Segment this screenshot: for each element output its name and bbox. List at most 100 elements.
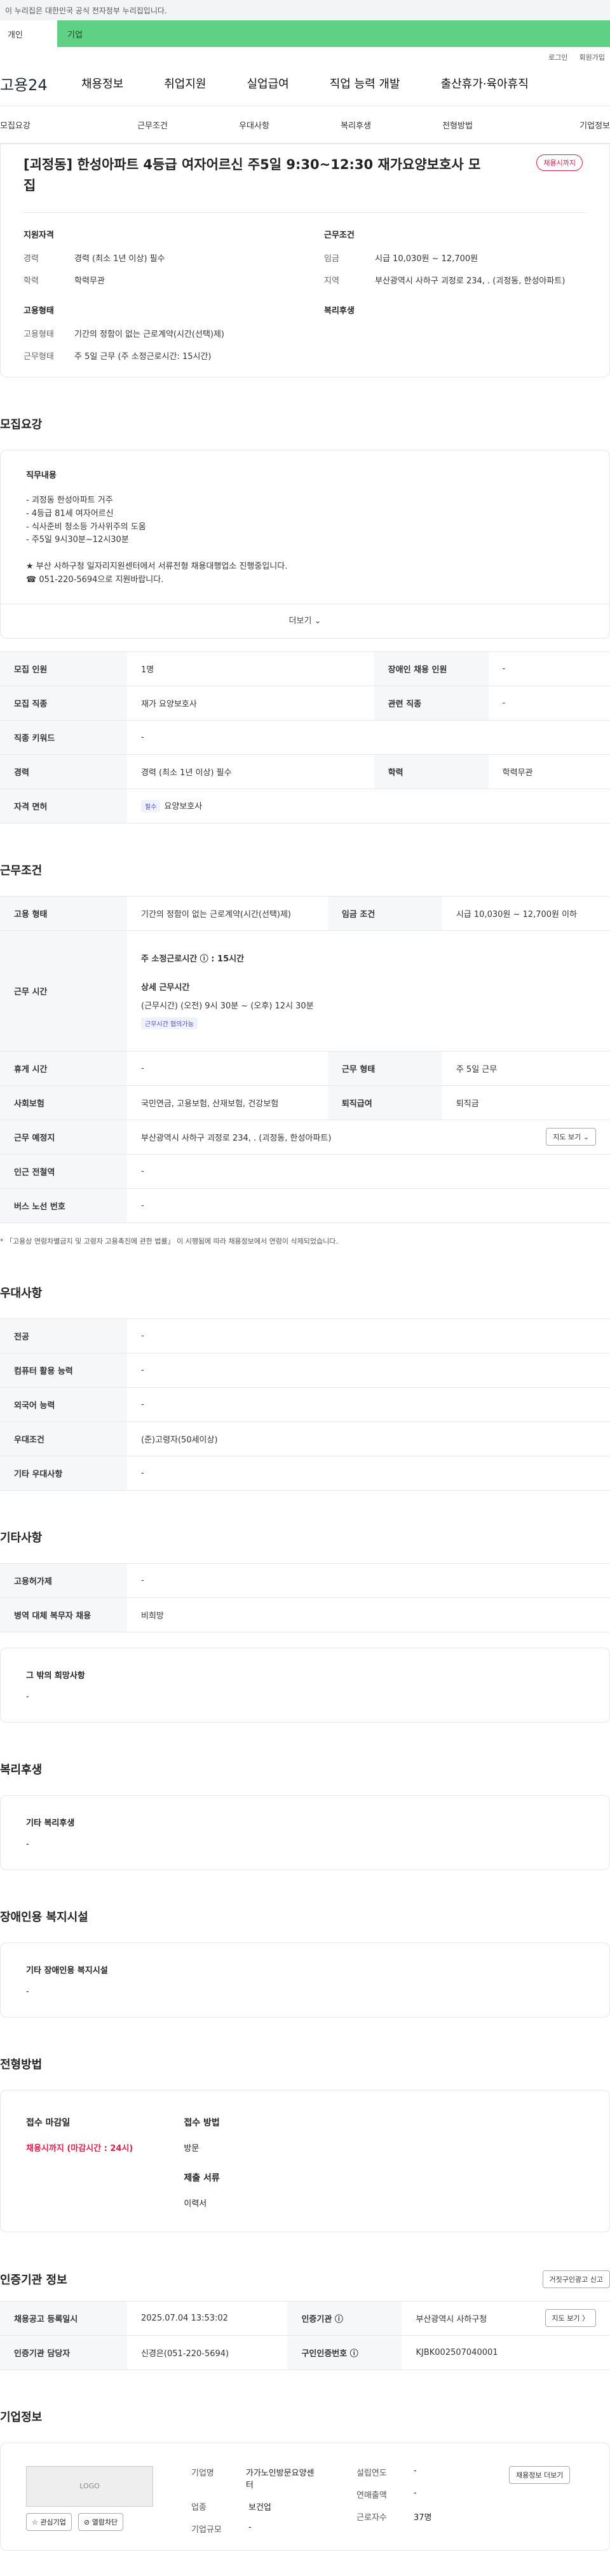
more-button[interactable]: 더보기 ⌄ bbox=[1, 603, 609, 638]
age-notice: * 「고용상 연령차별금지 및 고령자 고용촉진에 관한 법률」 이 시행됨에 … bbox=[0, 1237, 338, 1245]
cell-key: 인근 전철역 bbox=[0, 1153, 127, 1189]
cell-value: 2025.07.04 13:53:02 bbox=[127, 2300, 288, 2336]
cell-key: 우대조건 bbox=[0, 1421, 127, 1456]
table-row: 직종 키워드 - bbox=[0, 719, 610, 755]
table-row: 인증기관 담당자 신경은(051-220-5694) 구인인증번호 ⓘ KJBK002… bbox=[0, 2335, 610, 2370]
report-fake-ad-button[interactable]: 거짓구인광고 신고 bbox=[542, 2270, 610, 2288]
tab-personal[interactable]: 개인 bbox=[0, 20, 57, 47]
table-row: 근무 예정지 부산광역시 사하구 괴정로 234, . (괴정동, 한성아파트) 지… bbox=[0, 1119, 610, 1155]
cell-key: 직종 키워드 bbox=[0, 719, 127, 755]
block-company-button[interactable]: ⊘ 열람차단 bbox=[78, 2512, 124, 2531]
cell-key: 인증기관 담당자 bbox=[0, 2335, 127, 2370]
table-row: 휴게 시간 - 근무 형태 주 5일 근무 bbox=[0, 1050, 610, 1086]
summary-conditions: 근무조건 임금 시급 10,030원 ~ 12,700원 지역 부산광역시 사하구 … bbox=[324, 228, 586, 296]
hours-detail: (근무시간) (오전) 9시 30분 ~ (오후) 12시 30분 bbox=[141, 1001, 314, 1012]
section-title-etc: 기타사항 bbox=[0, 1531, 43, 1545]
summary-value: 학력무관 bbox=[74, 276, 105, 287]
summary-head: 고용형태 bbox=[24, 306, 54, 316]
cert-header: 인증기관 정보 거짓구인광고 신고 bbox=[0, 2270, 610, 2288]
cell-key: 인증기관 ⓘ bbox=[287, 2300, 402, 2336]
anchor-pref[interactable]: 우대사항 bbox=[203, 119, 305, 131]
cell-value: 부산광역시 사하구 괴정로 234, . (괴정동, 한성아파트) 지도 보기 ⌄ bbox=[127, 1119, 610, 1155]
more-jobs-button[interactable]: 채용정보 더보기 bbox=[509, 2465, 571, 2484]
table-row: 모집 인원 1명 장애인 채용 인원 - bbox=[0, 651, 610, 686]
cell-key: 관련 직종 bbox=[374, 685, 489, 721]
license-value: 요양보호사 bbox=[164, 802, 203, 812]
cell-key: 경력 bbox=[0, 754, 127, 789]
cell-key: 근무 형태 bbox=[327, 1050, 442, 1086]
cell-value: 1명 bbox=[127, 651, 374, 686]
table-row: 컴퓨터 활용 능력 - bbox=[0, 1352, 610, 1388]
join-link[interactable]: 회원가입 bbox=[580, 52, 605, 62]
section-title-cert: 인증기관 정보 bbox=[0, 2273, 67, 2287]
cell-key: 근무 예정지 bbox=[0, 1119, 127, 1155]
login-link[interactable]: 로그인 bbox=[548, 52, 567, 62]
summary-key: 근무형태 bbox=[24, 352, 54, 362]
other-wishes-value: - bbox=[26, 1691, 29, 1702]
cell-key: 기타 우대사항 bbox=[0, 1455, 127, 1491]
nav-unemployment-benefit[interactable]: 실업급여 bbox=[247, 75, 289, 92]
cell-key: 모집 직종 bbox=[0, 685, 127, 721]
deadline-value: 채용시까지 (마감시간 : 24시) bbox=[26, 2143, 133, 2153]
cell-value: - bbox=[127, 1188, 610, 1223]
cell-value: - bbox=[127, 1352, 610, 1388]
anchor-company[interactable]: 기업정보 bbox=[508, 119, 610, 131]
anchor-work[interactable]: 근무조건 bbox=[102, 119, 203, 131]
site-logo[interactable]: 고용24 bbox=[0, 72, 81, 95]
deadline-head: 접수 마감일 bbox=[26, 2117, 71, 2128]
cell-value: 시급 10,030원 ~ 12,700원 이하 bbox=[442, 895, 610, 931]
job-summary-card: [괴정동] 한성아파트 4등급 여자어르신 주5일 9:30~12:30 재가요… bbox=[0, 144, 610, 377]
summary-head: 복리후생 bbox=[324, 306, 355, 316]
table-row: 사회보험 국민연금, 고용보험, 산재보험, 건강보험 퇴직급여 퇴직금 bbox=[0, 1085, 610, 1120]
cell-key: 장애인 채용 인원 bbox=[374, 651, 489, 686]
anchor-method[interactable]: 전형방법 bbox=[407, 119, 508, 131]
nav-vocational-training[interactable]: 직업 능력 개발 bbox=[330, 75, 400, 92]
company-logo: LOGO bbox=[26, 2465, 153, 2507]
cell-key: 사회보험 bbox=[0, 1085, 127, 1120]
anchor-welfare[interactable]: 복리후생 bbox=[305, 119, 407, 131]
summary-value: 부산광역시 사하구 괴정로 234, . (괴정동, 한성아파트) bbox=[375, 276, 566, 287]
docs-value: 이력서 bbox=[184, 2199, 207, 2209]
summary-employment: 고용형태 고용형태 기간의 정함이 없는 근로계약(시간(선택)제) 근무형태 주 … bbox=[24, 304, 286, 372]
table-row: 기타 우대사항 - bbox=[0, 1455, 610, 1491]
org-value: 부산광역시 사하구청 bbox=[416, 2314, 487, 2324]
cell-value: - bbox=[127, 1050, 328, 1086]
method-apply: 접수 방법 방문 제출 서류 이력서 bbox=[184, 2116, 219, 2209]
table-row: 전공 - bbox=[0, 1318, 610, 1353]
summary-key: 학력 bbox=[24, 276, 39, 287]
docs-head: 제출 서류 bbox=[184, 2173, 220, 2183]
cell-value: - bbox=[127, 1318, 610, 1353]
section-title-work: 근무조건 bbox=[0, 864, 43, 878]
table-row: 채용공고 등록일시 2025.07.04 13:53:02 인증기관 ⓘ 부산광역시 … bbox=[0, 2300, 610, 2336]
nav-job-info[interactable]: 채용정보 bbox=[81, 75, 123, 92]
favorite-company-button[interactable]: ☆ 관심기업 bbox=[26, 2512, 72, 2531]
table-row: 인근 전철역 - bbox=[0, 1153, 610, 1189]
cell-value: 주 소정근로시간 ⓘ : 15시간 상세 근무시간 (근무시간) (오전) 9시… bbox=[127, 930, 610, 1052]
cell-key: 자격 면허 bbox=[0, 788, 127, 824]
kv-key: 연매출액 bbox=[356, 2490, 387, 2500]
nav-employment-support[interactable]: 취업지원 bbox=[164, 75, 206, 92]
map-toggle-button[interactable]: 지도 보기 ⌄ bbox=[546, 1128, 596, 1146]
company-logo-area: LOGO ☆ 관심기업 ⊘ 열람차단 bbox=[26, 2465, 153, 2531]
other-wishes-head: 그 밖의 희망사항 bbox=[26, 1671, 85, 1681]
org-map-button[interactable]: 지도 보기 〉 bbox=[545, 2309, 596, 2328]
section-title-pref: 우대사항 bbox=[0, 1286, 43, 1300]
cell-value: 기간의 정함이 없는 근로계약(시간(선택)제) bbox=[127, 895, 328, 931]
required-pill: 필수 bbox=[141, 800, 161, 813]
cell-value: 비희망 bbox=[127, 1597, 610, 1632]
table-row: 우대조건 (준)고령자(50세이상) bbox=[0, 1421, 610, 1456]
section-title-recruit: 모집요강 bbox=[0, 418, 43, 431]
user-type-tabs: 개인 기업 bbox=[0, 20, 610, 47]
hours-detail-head: 상세 근무시간 bbox=[141, 983, 190, 993]
cell-value: 신경은(051-220-5694) bbox=[127, 2335, 288, 2370]
cell-value: 국민연금, 고용보험, 산재보험, 건강보험 bbox=[127, 1085, 328, 1120]
weekly-hours: 주 소정근로시간 ⓘ : 15시간 bbox=[141, 954, 245, 965]
kv-value: 가가노인방문요양센터 bbox=[245, 2468, 315, 2490]
nav-parental-leave[interactable]: 출산휴가·육아휴직 bbox=[441, 75, 529, 92]
job-title: [괴정동] 한성아파트 4등급 여자어르신 주5일 9:30~12:30 재가요… bbox=[24, 157, 481, 193]
gov-notice-bar: 이 누리집은 대한민국 공식 전자정부 누리집입니다. bbox=[0, 0, 610, 20]
anchor-recruit[interactable]: 모집요강 bbox=[0, 119, 102, 131]
kv-value: - bbox=[414, 2465, 417, 2476]
company-info-left: 기업명 가가노인방문요양센터 업종 보건업 기업규모 - bbox=[191, 2466, 318, 2535]
tab-company[interactable]: 기업 bbox=[57, 20, 610, 47]
